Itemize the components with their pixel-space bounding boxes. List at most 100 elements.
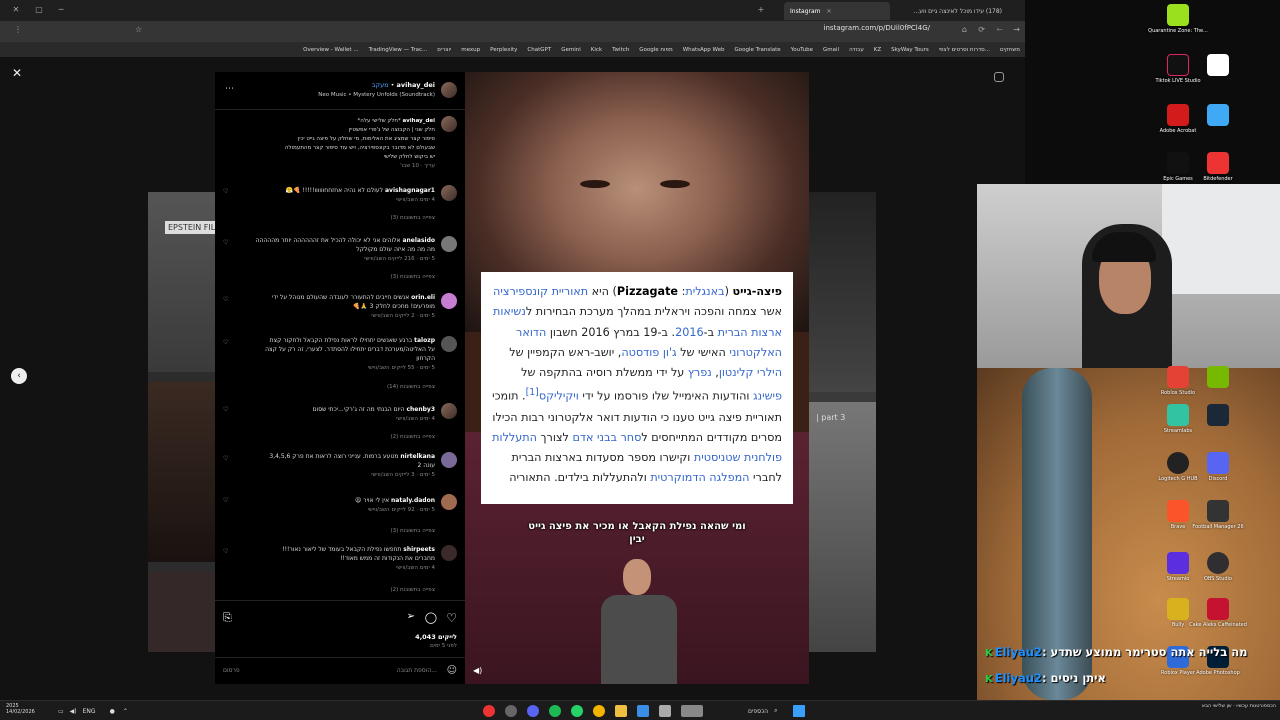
search-box[interactable]: הכספים ⌕: [748, 704, 777, 718]
view-replies[interactable]: צפייה בתשובות (2): [390, 434, 435, 440]
bookmark-item[interactable]: Twitch: [607, 47, 634, 53]
bookmark-item[interactable]: Gmail: [818, 47, 844, 53]
reply-link[interactable]: השב/ווישי: [364, 256, 386, 262]
share-icon[interactable]: ➢: [407, 611, 415, 622]
bookmark-item[interactable]: Gemini: [556, 47, 586, 53]
desktop-icon[interactable]: [1186, 104, 1250, 128]
bookmark-item[interactable]: עבודה: [844, 47, 869, 53]
bookmark-item[interactable]: TradingView — Trac...: [364, 47, 433, 53]
comment-username[interactable]: talozp: [414, 337, 435, 344]
discord-icon[interactable]: [527, 705, 539, 717]
save-icon[interactable]: ⎘: [223, 611, 232, 625]
comment-username[interactable]: avishagnagar1: [385, 187, 435, 194]
comment-avatar[interactable]: [441, 452, 457, 468]
like-comment-icon[interactable]: ♡: [223, 339, 228, 346]
volume-icon[interactable]: ◀): [473, 666, 482, 675]
whatsapp-icon[interactable]: [571, 705, 583, 717]
close-tab-icon[interactable]: ✕: [827, 8, 832, 15]
tray-expand-icon[interactable]: ⌃: [123, 708, 128, 715]
like-comment-icon[interactable]: ♡: [223, 296, 228, 303]
like-comment-icon[interactable]: ♡: [223, 548, 228, 555]
bookmark-item[interactable]: יוצרים: [432, 47, 456, 53]
chrome-icon[interactable]: [593, 705, 605, 717]
bookmark-item[interactable]: משחקים: [995, 47, 1025, 53]
previous-post-icon[interactable]: ‹: [11, 368, 27, 384]
back-icon[interactable]: →: [1013, 25, 1020, 34]
bookmark-item[interactable]: KZ: [869, 47, 886, 53]
app-icon[interactable]: [681, 705, 703, 717]
tab-youtube[interactable]: (178) עידו מוכל לאינצה גיים ווע...: [893, 2, 1008, 20]
reply-link[interactable]: השב/ווישי: [368, 365, 390, 371]
bookmark-item[interactable]: mexup: [456, 47, 485, 53]
reply-link[interactable]: השב/ווישי: [371, 472, 393, 478]
follow-link[interactable]: מעקב: [372, 81, 389, 89]
forward-icon[interactable]: ←: [996, 25, 1003, 34]
folder-icon[interactable]: [615, 705, 627, 717]
more-options-icon[interactable]: ⋯: [225, 84, 234, 94]
audio-track[interactable]: Neo Music • Mystery Unfolds (Soundtrack): [318, 92, 435, 98]
author-username[interactable]: avihay_dei: [397, 81, 435, 89]
bookmark-item[interactable]: סדרות וסרטים לצפי...: [934, 47, 995, 53]
comment-username[interactable]: nataly.dadon: [391, 497, 435, 504]
reload-icon[interactable]: ⟳: [978, 25, 985, 34]
view-replies[interactable]: צפייה בתשובות (2): [390, 587, 435, 593]
view-replies[interactable]: צפייה בתשובות (3): [390, 528, 435, 534]
post-media[interactable]: פיצה-גייט (באנגלית: Pizzagate) היא תאורי…: [465, 72, 809, 684]
home-icon[interactable]: ⌂: [962, 25, 967, 34]
like-comment-icon[interactable]: ♡: [223, 406, 228, 413]
star-icon[interactable]: ☆: [135, 25, 142, 34]
volume-tray-icon[interactable]: ◀): [70, 708, 77, 715]
comment-username[interactable]: orin.eli: [411, 294, 435, 301]
desktop-icon[interactable]: Bitdefender: [1186, 152, 1250, 182]
reply-link[interactable]: השב/ווישי: [396, 197, 418, 203]
new-tab-icon[interactable]: +: [755, 5, 767, 14]
bookmark-item[interactable]: Kick: [586, 47, 607, 53]
like-comment-icon[interactable]: ♡: [223, 239, 228, 246]
news-widget[interactable]: הכספורטנות עכשיו · שן שלישי הבא: [1180, 703, 1276, 717]
desktop-icon[interactable]: [1186, 54, 1250, 78]
comment-username[interactable]: nirtelkana: [400, 453, 435, 460]
spotify-icon[interactable]: [549, 705, 561, 717]
likes-count[interactable]: 4,043 לייקים: [415, 633, 457, 641]
like-post-icon[interactable]: ♡: [446, 611, 457, 625]
like-comment-icon[interactable]: ♡: [223, 188, 228, 195]
bookmark-item[interactable]: Overview - Wallet ...: [298, 47, 363, 53]
view-replies[interactable]: צפייה בתשובות (3): [390, 215, 435, 221]
app-icon[interactable]: [659, 705, 671, 717]
view-replies[interactable]: צפייה בתשובות (14): [387, 384, 435, 390]
desktop-icon[interactable]: [1186, 404, 1250, 428]
url-field[interactable]: instagram.com/p/DUil0fPCl4G/: [824, 24, 930, 32]
tab-instagram[interactable]: Instagram ✕: [784, 2, 890, 20]
comment-avatar[interactable]: [441, 236, 457, 252]
windows-start-icon[interactable]: [793, 705, 805, 717]
close-modal-icon[interactable]: ✕: [12, 66, 22, 80]
comments-scroll[interactable]: avihay_dei *חלק שלישי עלה* חלק שני | הקב…: [215, 112, 465, 600]
bookmark-item[interactable]: WhatsApp Web: [678, 47, 730, 53]
menu-icon[interactable]: ⋮: [14, 25, 22, 34]
instagram-icon[interactable]: [994, 72, 1004, 82]
network-icon[interactable]: ▭: [58, 708, 64, 715]
view-replies[interactable]: צפייה בתשובות (3): [390, 274, 435, 280]
reply-link[interactable]: השב/ווישי: [396, 565, 418, 571]
bookmark-item[interactable]: ChatGPT: [522, 47, 556, 53]
post-comment-button[interactable]: פרסום: [223, 667, 240, 674]
comment-avatar[interactable]: [441, 494, 457, 510]
comment-avatar[interactable]: [441, 545, 457, 561]
desktop-icon[interactable]: [1186, 366, 1250, 390]
bookmark-item[interactable]: Perplexity: [485, 47, 522, 53]
comment-avatar[interactable]: [441, 403, 457, 419]
author-avatar[interactable]: [441, 82, 457, 98]
bookmark-item[interactable]: Google Translate: [730, 47, 786, 53]
app-icon[interactable]: [505, 705, 517, 717]
desktop-icon[interactable]: Discord: [1186, 452, 1250, 482]
bookmark-item[interactable]: YouTube: [786, 47, 818, 53]
mic-icon[interactable]: ●: [110, 708, 115, 715]
reply-link[interactable]: השב/ווישי: [368, 507, 390, 513]
comment-avatar[interactable]: [441, 185, 457, 201]
close-window-icon[interactable]: ✕: [10, 5, 22, 14]
like-comment-icon[interactable]: ♡: [223, 497, 228, 504]
desktop-icon[interactable]: Cake Aleks Caffeinated: [1186, 598, 1250, 628]
comment-username[interactable]: chenby3: [406, 406, 435, 413]
comment-avatar[interactable]: [441, 336, 457, 352]
app-icon[interactable]: [637, 705, 649, 717]
